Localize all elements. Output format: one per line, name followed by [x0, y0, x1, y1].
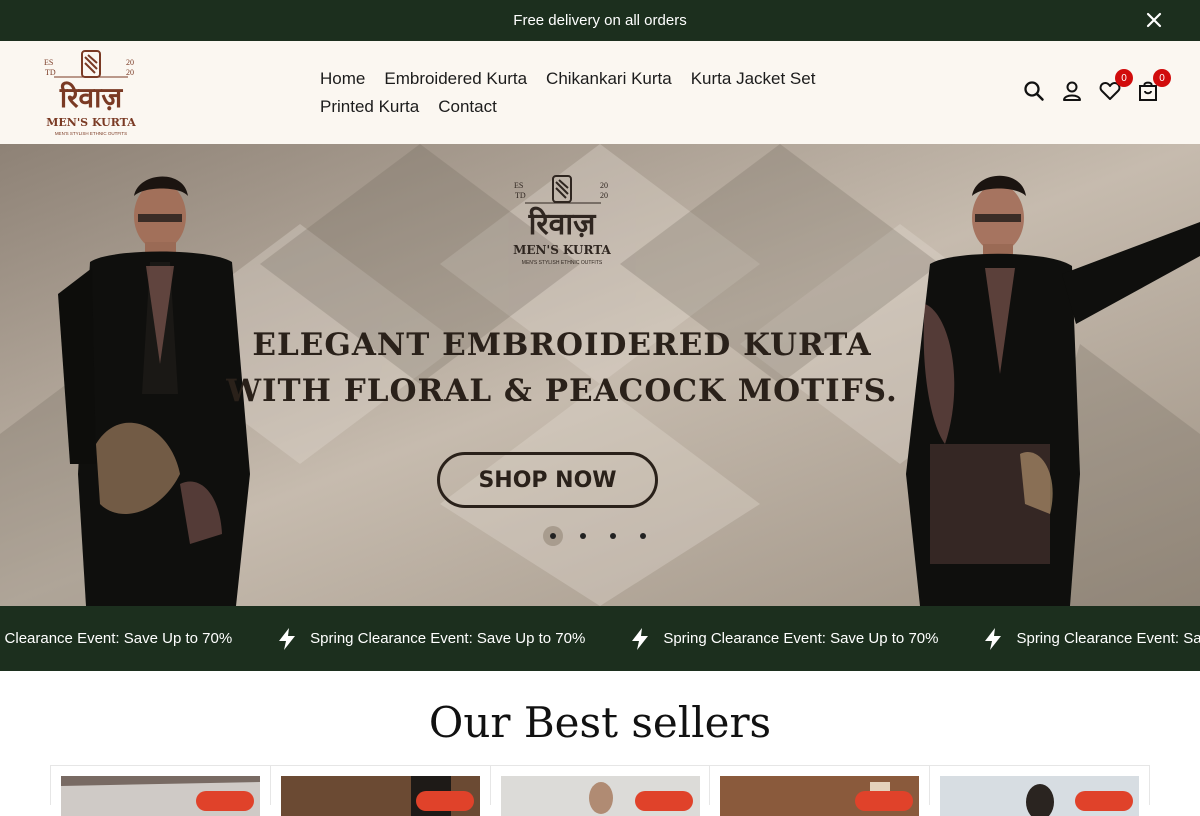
main-nav: Home Embroidered Kurta Chikankari Kurta Kur… [320, 65, 880, 121]
slide-dot-4[interactable] [633, 526, 653, 546]
sale-badge [855, 791, 914, 811]
nav-item-home[interactable]: Home [320, 65, 365, 93]
nav-item-contact[interactable]: Contact [438, 93, 497, 121]
brand-logo[interactable]: ES TD 20 20 रिवाज़ MEN'S KURTA MEN'S STY… [40, 47, 142, 139]
hero-logo-est-right: 20 [600, 181, 608, 190]
cart-count-badge: 0 [1153, 69, 1171, 87]
close-icon[interactable] [1144, 10, 1164, 30]
best-sellers-heading: Our Best sellers [428, 698, 772, 747]
sale-badge [635, 791, 694, 811]
product-card[interactable] [710, 766, 931, 816]
product-card[interactable] [51, 766, 271, 816]
nav-item-printed-kurta[interactable]: Printed Kurta [320, 93, 419, 121]
account-button[interactable] [1060, 79, 1084, 103]
sale-badge [1074, 791, 1133, 811]
sale-badge [195, 791, 254, 811]
marquee-track: Spring Clearance Event: Save Up to 70% S… [0, 606, 1200, 671]
logo-tagline: MEN'S STYLISH ETHNIC OUTFITS [55, 131, 127, 136]
lightning-icon [279, 627, 296, 650]
user-icon [1063, 81, 1081, 101]
marquee-item: Spring Clearance Event: Save Up to 70% [982, 627, 1200, 651]
lightning-icon [632, 627, 649, 650]
logo-name: MEN'S KURTA [46, 116, 136, 129]
hero-logo-est-left2: TD [515, 191, 526, 200]
hero-logo-est-right2: 20 [600, 191, 608, 200]
slide-dot-3[interactable] [603, 526, 623, 546]
marquee-item-text: Spring Clearance Event: Save Up to 70% [0, 630, 233, 647]
marquee-item: Spring Clearance Event: Save Up to 70% [0, 630, 232, 647]
logo-script: रिवाज़ [59, 81, 124, 114]
wishlist-button[interactable]: 0 [1098, 69, 1133, 103]
hero-logo-script: रिवाज़ [528, 206, 597, 242]
wishlist-count-badge: 0 [1115, 69, 1133, 87]
hero-title-line-2: WITH FLORAL & PEACOCK MOTIFS. [226, 373, 898, 409]
promo-marquee: Spring Clearance Event: Save Up to 70% S… [0, 606, 1200, 671]
slide-dot-1[interactable] [543, 526, 563, 546]
hero-logo-name: MEN'S KURTA [513, 243, 611, 257]
slider-dots [543, 526, 653, 546]
shop-now-button[interactable]: SHOP NOW [437, 452, 658, 508]
hero-logo-tagline: MEN'S STYLISH ETHNIC OUTFITS [522, 260, 603, 266]
cart-button[interactable]: 0 [1136, 69, 1171, 103]
logo-est-right: 20 [126, 58, 134, 67]
logo-emblem-icon [81, 50, 101, 78]
hero-logo-est-left: ES [514, 181, 523, 190]
search-button[interactable] [1022, 79, 1046, 103]
product-card[interactable] [491, 766, 711, 816]
lightning-icon [985, 627, 1002, 650]
search-icon [1024, 81, 1044, 101]
site-header: ES TD 20 20 रिवाज़ MEN'S KURTA MEN'S STY… [0, 41, 1200, 144]
slide-dot-2[interactable] [573, 526, 593, 546]
nav-item-chikankari-kurta[interactable]: Chikankari Kurta [546, 65, 672, 93]
hero-title-line-1: ELEGANT EMBROIDERED KURTA [252, 327, 872, 363]
hero-brand-logo: ES TD 20 20 रिवाज़ MEN'S KURTA MEN'S STY… [513, 175, 612, 266]
marquee-item: Spring Clearance Event: Save Up to 70% [276, 627, 585, 651]
announcement-text: Free delivery on all orders [513, 12, 687, 29]
nav-item-kurta-jacket-set[interactable]: Kurta Jacket Set [691, 65, 816, 93]
marquee-item-text: Spring Clearance Event: Save Up to 70% [663, 630, 939, 647]
sale-badge [415, 791, 474, 811]
marquee-item-text: Spring Clearance Event: Save Up to 70% [310, 630, 586, 647]
header-icons: 0 0 [1022, 69, 1171, 103]
marquee-item-text: Spring Clearance Event: Save Up to 70% [1016, 630, 1200, 647]
product-card[interactable] [271, 766, 491, 816]
best-sellers-grid [50, 765, 1150, 816]
product-card[interactable] [930, 766, 1149, 816]
logo-est-right2: 20 [126, 68, 134, 77]
announcement-bar: Free delivery on all orders [0, 0, 1200, 41]
hero-title: ELEGANT EMBROIDERED KURTA WITH FLORAL & … [0, 322, 1124, 414]
nav-item-embroidered-kurta[interactable]: Embroidered Kurta [384, 65, 527, 93]
hero-logo-emblem-icon [552, 175, 572, 203]
logo-est-left: ES [44, 58, 53, 67]
hero-banner[interactable]: ES TD 20 20 रिवाज़ MEN'S KURTA MEN'S STY… [0, 144, 1200, 606]
logo-est-left2: TD [45, 68, 56, 77]
marquee-item: Spring Clearance Event: Save Up to 70% [629, 627, 938, 651]
